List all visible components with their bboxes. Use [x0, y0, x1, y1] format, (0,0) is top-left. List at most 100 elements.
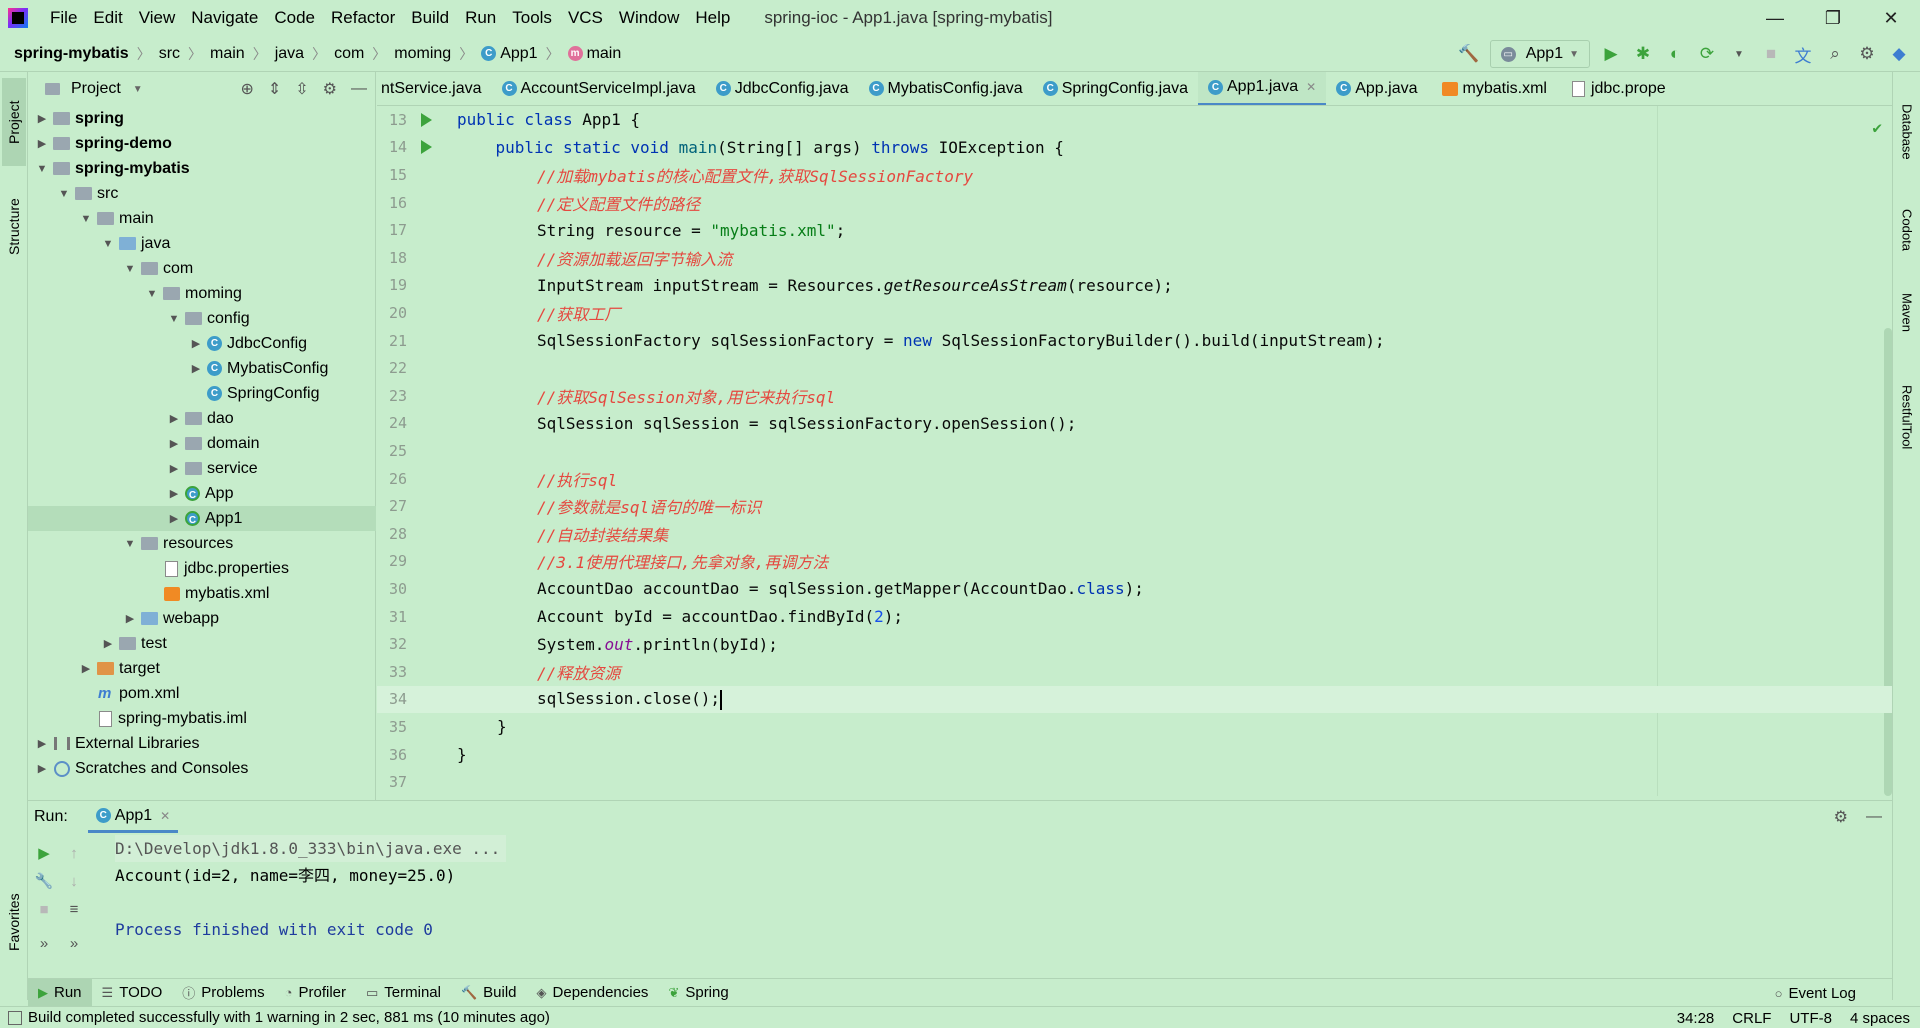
menu-navigate[interactable]: Navigate — [183, 0, 266, 36]
menu-tools[interactable]: Tools — [504, 0, 560, 36]
hide-icon[interactable]: — — [351, 80, 367, 98]
plugin-icon[interactable]: ◆ — [1888, 43, 1910, 65]
tree-item-external-libraries[interactable]: ▶ External Libraries — [28, 731, 376, 756]
breadcrumb-src[interactable]: src — [155, 45, 184, 63]
restore-button[interactable]: ❐ — [1804, 0, 1862, 36]
tree-item-pom-xml[interactable]: m pom.xml — [28, 681, 376, 706]
file-encoding[interactable]: UTF-8 — [1789, 1010, 1832, 1027]
hide-icon[interactable]: — — [1866, 808, 1882, 826]
tree-item-spring-demo[interactable]: ▶ spring-demo — [28, 131, 376, 156]
maven-tool-tab[interactable]: Maven — [1896, 278, 1918, 348]
tool-build[interactable]: 🔨 Build — [451, 979, 527, 1007]
tree-item-test[interactable]: ▶ test — [28, 631, 376, 656]
tree-item-springconfig[interactable]: C SpringConfig — [28, 381, 376, 406]
breadcrumb-com[interactable]: com — [330, 45, 368, 63]
minimize-button[interactable]: — — [1746, 0, 1804, 36]
tab-app1[interactable]: C App1.java ✕ — [1198, 72, 1327, 105]
chevron-right-icon[interactable]: ▶ — [188, 362, 204, 375]
project-tool-tab[interactable]: Project — [2, 78, 26, 166]
chevron-right-icon[interactable]: ▶ — [188, 337, 204, 350]
menu-window[interactable]: Window — [611, 0, 687, 36]
debug-icon[interactable]: ✱ — [1632, 43, 1654, 65]
chevron-right-icon[interactable]: ▶ — [166, 487, 182, 500]
chevron-down-icon[interactable]: ▼ — [56, 188, 72, 200]
chevron-right-icon[interactable]: ▶ — [166, 512, 182, 525]
event-log-button[interactable]: ○ Event Log — [1775, 979, 1856, 1007]
chevron-right-icon[interactable]: ▶ — [34, 112, 50, 125]
tree-item-spring[interactable]: ▶ spring — [28, 106, 376, 131]
menu-build[interactable]: Build — [403, 0, 457, 36]
tool-todo[interactable]: ☰ TODO — [92, 979, 173, 1007]
tree-item-main[interactable]: ▼ main — [28, 206, 376, 231]
database-tool-tab[interactable]: Database — [1896, 82, 1918, 182]
chevron-right-icon[interactable]: ▶ — [34, 737, 50, 750]
tree-item-jdbc-properties[interactable]: jdbc.properties — [28, 556, 376, 581]
tree-item-spring-mybatis[interactable]: ▼ spring-mybatis — [28, 156, 376, 181]
chevron-down-icon[interactable]: ▼ — [34, 163, 50, 175]
tree-item-target[interactable]: ▶ target — [28, 656, 376, 681]
close-tab-icon[interactable]: ✕ — [160, 809, 170, 823]
chevron-down-icon[interactable]: ▼ — [122, 538, 138, 550]
scroll-up-icon[interactable]: ↑ — [64, 843, 84, 863]
scroll-down-icon[interactable]: ↓ — [64, 871, 84, 891]
chevron-down-icon[interactable]: ▼ — [122, 263, 138, 275]
breadcrumb-app1[interactable]: C App1 — [477, 45, 541, 63]
tool-windows-toggle-icon[interactable] — [8, 1010, 22, 1025]
breadcrumb-main[interactable]: main — [206, 45, 249, 63]
locate-icon[interactable]: ⊕ — [240, 79, 253, 99]
close-window-button[interactable]: ✕ — [1862, 0, 1920, 36]
menu-refactor[interactable]: Refactor — [323, 0, 403, 36]
coverage-icon[interactable]: ◐ — [1664, 43, 1686, 65]
menu-code[interactable]: Code — [266, 0, 323, 36]
build-hammer-icon[interactable]: 🔨 — [1458, 43, 1480, 65]
tab-jdbc-properties[interactable]: jdbc.prope — [1557, 72, 1676, 105]
run-gutter-icon[interactable] — [421, 112, 432, 127]
restfultool-tool-tab[interactable]: RestfulTool — [1896, 362, 1918, 472]
run-icon[interactable]: ▶ — [1600, 43, 1622, 65]
code-editor[interactable]: ✔ 13 public class App1 { 14 public stati… — [377, 106, 1892, 796]
rerun-icon[interactable]: ▶ — [34, 843, 54, 863]
more-icon[interactable]: » — [64, 933, 84, 953]
chevron-down-icon[interactable]: ▼ — [166, 313, 182, 325]
chevron-right-icon[interactable]: ▶ — [166, 412, 182, 425]
gear-icon[interactable]: ⚙ — [1834, 807, 1848, 827]
tab-app[interactable]: C App.java — [1326, 72, 1427, 105]
tool-dependencies[interactable]: ◈ Dependencies — [527, 979, 659, 1007]
chevron-right-icon[interactable]: ▶ — [166, 462, 182, 475]
breadcrumb-main-method[interactable]: m main — [564, 45, 626, 63]
breadcrumb-project[interactable]: spring-mybatis — [0, 45, 133, 63]
status-message[interactable]: Build completed successfully with 1 warn… — [28, 1009, 550, 1026]
expand-all-icon[interactable]: ⇕ — [268, 79, 281, 99]
tree-item-mybatisconfig[interactable]: ▶ C MybatisConfig — [28, 356, 376, 381]
tab-jdbcconfig[interactable]: C JdbcConfig.java — [706, 72, 859, 105]
tree-item-webapp[interactable]: ▶ webapp — [28, 606, 376, 631]
run-configuration-select[interactable]: ▭ App1 ▼ — [1489, 40, 1590, 68]
line-separator[interactable]: CRLF — [1732, 1010, 1771, 1027]
collapse-all-icon[interactable]: ⇳ — [295, 79, 308, 99]
tree-item-config[interactable]: ▼ config — [28, 306, 376, 331]
chevron-right-icon[interactable]: ▶ — [34, 762, 50, 775]
project-panel-title[interactable]: Project — [71, 80, 121, 98]
stop-icon[interactable]: ■ — [1760, 43, 1782, 65]
chevron-down-icon[interactable]: ▼ — [144, 288, 160, 300]
profile-icon[interactable]: ⟳ — [1696, 43, 1718, 65]
tool-problems[interactable]: ⓘ Problems — [172, 979, 274, 1007]
more-icon[interactable]: » — [34, 933, 54, 953]
tree-item-iml[interactable]: spring-mybatis.iml — [28, 706, 376, 731]
tool-profiler[interactable]: ◔ Profiler — [275, 979, 356, 1007]
run-tab-app1[interactable]: C App1 ✕ — [87, 801, 179, 833]
tab-accountserviceimpl[interactable]: C AccountServiceImpl.java — [492, 72, 706, 105]
menu-vcs[interactable]: VCS — [560, 0, 611, 36]
chevron-down-icon[interactable]: ▼ — [78, 213, 94, 225]
chevron-down-icon[interactable]: ▼ — [133, 84, 143, 95]
tree-item-java[interactable]: ▼ java — [28, 231, 376, 256]
more-run-options-icon[interactable]: ▼ — [1728, 43, 1750, 65]
tree-item-service[interactable]: ▶ service — [28, 456, 376, 481]
stop-icon[interactable]: ■ — [34, 899, 54, 919]
caret-position[interactable]: 34:28 — [1677, 1010, 1715, 1027]
tab-mybatis-xml[interactable]: mybatis.xml — [1428, 72, 1557, 105]
gear-icon[interactable]: ⚙ — [323, 79, 337, 99]
console-output[interactable]: D:\Develop\jdk1.8.0_333\bin\java.exe ...… — [115, 835, 507, 943]
structure-tool-tab[interactable]: Structure — [2, 172, 26, 282]
tree-item-dao[interactable]: ▶ dao — [28, 406, 376, 431]
